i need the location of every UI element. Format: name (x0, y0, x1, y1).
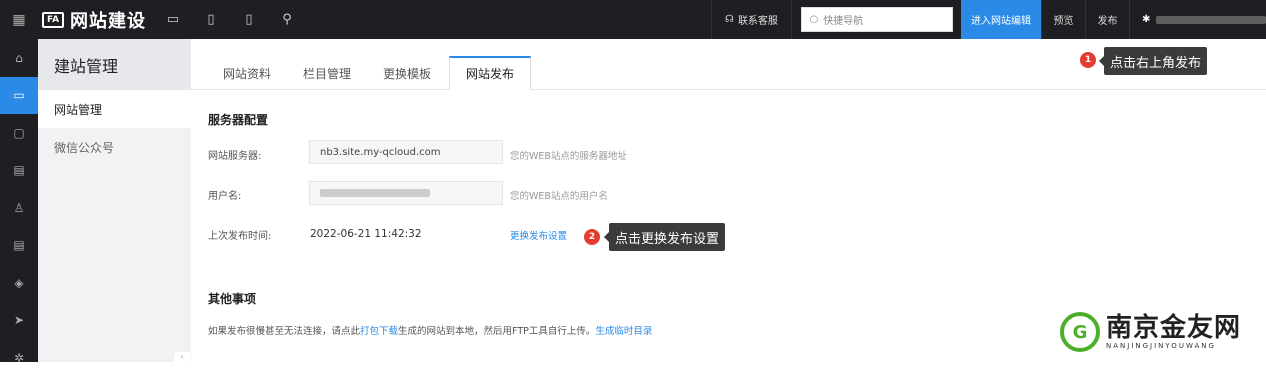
top-bar: ▦ FA 网站建设 ▭ ▯ ▯ ⚲ ☊ 联系客服 ○ 快捷导航 进入网站编辑 预… (0, 0, 1266, 39)
quick-nav-search[interactable]: ○ 快捷导航 (800, 7, 953, 32)
tab-site-publish[interactable]: 网站发布 (449, 56, 532, 90)
send-icon[interactable]: ➤ (0, 302, 38, 340)
headset-icon: ☊ (725, 14, 734, 25)
preview-button[interactable]: 预览 (1041, 0, 1085, 39)
tablet-icon[interactable]: ▯ (202, 12, 220, 27)
publish-note: 如果发布很慢甚至无法连接，请点此打包下载生成的网站到本地，然后用FTP工具自行上… (208, 323, 652, 337)
doc-icon[interactable]: ▤ (0, 227, 38, 265)
watermark-logo: G (1060, 312, 1100, 352)
watermark-en: NANJINGJINYOUWANG (1106, 342, 1216, 350)
callout-badge-2: 2 (584, 229, 600, 245)
other-matters-title: 其他事项 (208, 292, 257, 306)
download-package-link[interactable]: 打包下载 (360, 326, 398, 337)
search-icon: ○ (809, 14, 819, 25)
search-wrap: ○ 快捷导航 (791, 0, 961, 39)
callout-badge-1: 1 (1080, 52, 1096, 68)
tab-column-manage[interactable]: 栏目管理 (287, 56, 367, 90)
tab-bar: 网站资料 栏目管理 更换模板 网站发布 (207, 56, 532, 90)
sub-sidebar: 建站管理 网站管理 微信公众号 (38, 39, 191, 362)
subnav-title: 建站管理 (38, 39, 191, 90)
note-prefix: 如果发布很慢甚至无法连接，请点此 (208, 326, 361, 337)
username-field[interactable] (309, 181, 503, 205)
logo-text: 网站建设 (70, 10, 146, 32)
publish-button[interactable]: 发布 (1085, 0, 1129, 39)
change-publish-settings-link[interactable]: 更换发布设置 (510, 228, 567, 242)
subnav-item-site-manage[interactable]: 网站管理 (38, 90, 191, 128)
settings-icon[interactable]: ✲ (0, 339, 38, 377)
username-label: 用户名: (208, 191, 242, 202)
logo-mark: FA (42, 11, 64, 28)
user-menu[interactable]: ✱ (1129, 0, 1266, 39)
last-publish-label: 上次发布时间: (208, 231, 272, 242)
username-redacted-value (320, 189, 430, 197)
device-switcher: ▭ ▯ ▯ ⚲ (164, 12, 296, 27)
support-label: 联系客服 (737, 16, 778, 27)
watermark: G 南京金友网 NANJINGJINYOUWANG (1060, 304, 1260, 360)
note-middle: 生成的网站到本地，然后用FTP工具自行上传。 (398, 326, 596, 337)
username-hint: 您的WEB站点的用户名 (510, 191, 608, 202)
watermark-cn: 南京金友网 (1106, 313, 1242, 343)
callout-1: 点击右上角发布 (1098, 47, 1208, 75)
search-placeholder: 快捷导航 (823, 16, 864, 27)
support-button[interactable]: ☊ 联系客服 (711, 0, 791, 39)
server-hint: 您的WEB站点的服务器地址 (510, 151, 627, 162)
enter-editor-button[interactable]: 进入网站编辑 (961, 0, 1041, 39)
app-grid-icon[interactable]: ▦ (0, 0, 38, 39)
last-publish-value: 2022-06-21 11:42:32 (310, 228, 422, 240)
logo: FA 网站建设 (42, 7, 146, 33)
mobile-icon[interactable]: ▯ (240, 12, 258, 27)
tab-change-template[interactable]: 更换模板 (367, 56, 447, 90)
server-config-title: 服务器配置 (208, 113, 269, 127)
gift-icon[interactable]: ▤ (0, 152, 38, 190)
site-icon[interactable]: ▭ (0, 76, 38, 114)
server-value: nb3.site.my-qcloud.com (320, 146, 441, 158)
subnav-item-wechat[interactable]: 微信公众号 (38, 128, 191, 166)
gear-icon: ✱ (1142, 14, 1151, 25)
server-field[interactable]: nb3.site.my-qcloud.com (309, 140, 503, 164)
callout-2: 点击更换发布设置 (603, 223, 726, 251)
server-label: 网站服务器: (208, 151, 262, 162)
shop-icon[interactable]: ▢ (0, 114, 38, 152)
username-redacted (1156, 15, 1266, 24)
desktop-icon[interactable]: ▭ (164, 12, 182, 27)
home-icon[interactable]: ⌂ (0, 39, 38, 77)
icon-rail: ⌂ ▭ ▢ ▤ ♙ ▤ ◈ ➤ ✲ (0, 39, 38, 365)
generate-temp-dir-link[interactable]: 生成临时目录 (595, 326, 652, 337)
tab-site-info[interactable]: 网站资料 (207, 56, 287, 90)
collapse-sidebar-handle[interactable]: ‹ (174, 352, 190, 362)
user-icon[interactable]: ♙ (0, 189, 38, 227)
link-icon[interactable]: ⚲ (278, 12, 296, 27)
box-icon[interactable]: ◈ (0, 264, 38, 302)
